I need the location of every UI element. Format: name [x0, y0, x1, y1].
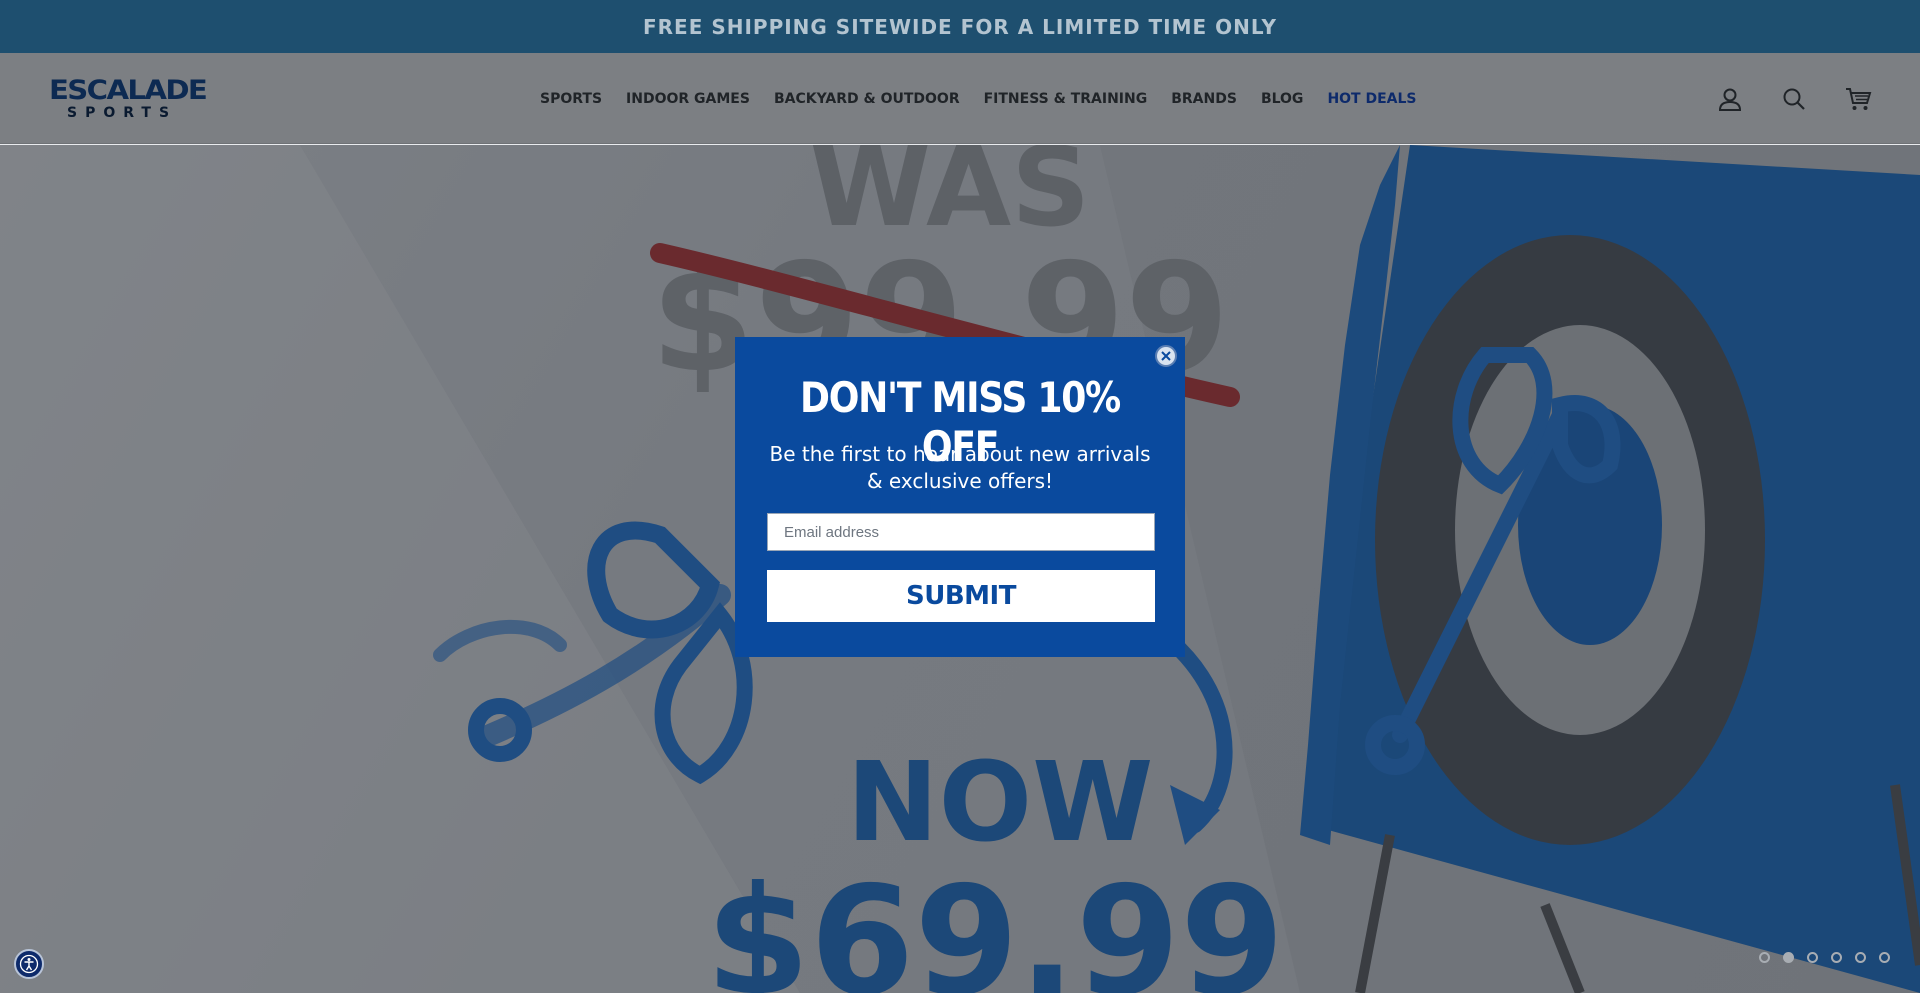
newsletter-popup: DON'T MISS 10% OFF Be the first to hear … [735, 337, 1185, 657]
announcement-text: FREE SHIPPING SITEWIDE FOR A LIMITED TIM… [642, 14, 1278, 39]
now-label: NOW [847, 738, 1154, 866]
logo-wordmark: ESCALADE [49, 75, 208, 106]
escalade-logo[interactable]: ESCALADE SPORTS [49, 77, 208, 123]
main-nav: SPORTS INDOOR GAMES BACKYARD & OUTDOOR F… [540, 53, 1417, 144]
nav-sports[interactable]: SPORTS [540, 91, 602, 107]
accessibility-icon[interactable] [14, 949, 44, 979]
slide-dots [1759, 952, 1890, 963]
slide-dot-6[interactable] [1879, 952, 1890, 963]
submit-button[interactable]: SUBMIT [767, 570, 1155, 622]
cart-icon[interactable] [1842, 83, 1874, 115]
announcement-bar: FREE SHIPPING SITEWIDE FOR A LIMITED TIM… [0, 0, 1920, 53]
nav-blog[interactable]: BLOG [1261, 91, 1304, 107]
nav-fitness-training[interactable]: FITNESS & TRAINING [984, 91, 1148, 107]
slide-dot-2[interactable] [1783, 952, 1794, 963]
nav-brands[interactable]: BRANDS [1171, 91, 1237, 107]
logo-subtitle: SPORTS [67, 105, 178, 121]
close-icon[interactable] [1155, 345, 1177, 367]
nav-backyard-outdoor[interactable]: BACKYARD & OUTDOOR [774, 91, 960, 107]
nav-hot-deals[interactable]: HOT DEALS [1327, 91, 1416, 107]
popup-subtitle: Be the first to hear about new arrivals … [769, 442, 1151, 493]
slide-dot-5[interactable] [1855, 952, 1866, 963]
slide-dot-3[interactable] [1807, 952, 1818, 963]
header-icons [1714, 83, 1874, 115]
search-icon[interactable] [1778, 83, 1810, 115]
account-icon[interactable] [1714, 83, 1746, 115]
site-header: ESCALADE SPORTS SPORTS INDOOR GAMES BACK… [0, 53, 1920, 144]
nav-indoor-games[interactable]: INDOOR GAMES [626, 91, 750, 107]
axe-target-board [1300, 145, 1920, 993]
slide-dot-1[interactable] [1759, 952, 1770, 963]
new-price: $69.99 [706, 855, 1285, 993]
slide-dot-4[interactable] [1831, 952, 1842, 963]
email-field[interactable] [767, 513, 1155, 551]
